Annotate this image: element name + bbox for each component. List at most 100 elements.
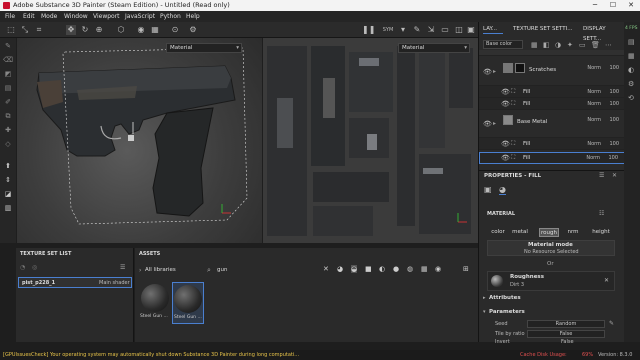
camera-icon[interactable]: ◉ — [136, 25, 146, 35]
maximize-button[interactable]: ☐ — [604, 0, 622, 11]
polygon-fill-icon[interactable]: ◇ — [3, 140, 13, 150]
menu-window[interactable]: Window — [64, 13, 88, 20]
layout-icon[interactable]: ▭ — [440, 25, 450, 35]
asset-tile-selected[interactable]: Steel Gun ... — [172, 282, 204, 324]
tile-by-ratio-field[interactable]: False — [527, 330, 605, 338]
roughness-remove-icon[interactable]: ✕ — [604, 277, 609, 284]
layer-channel-select[interactable]: Base color — [483, 40, 523, 49]
blend-mode[interactable]: Norm — [587, 89, 601, 95]
zoom-icon[interactable]: ⊕ — [94, 25, 104, 35]
tab-texture-set-settings[interactable]: TEXTURE SET SETTI... — [513, 24, 572, 34]
tsl-view-icon[interactable]: ◎ — [32, 264, 37, 271]
blend-mode[interactable]: Norm — [587, 141, 601, 147]
tsl-settings-icon[interactable]: ◔ — [20, 264, 25, 271]
screenshot-icon[interactable]: ▣ — [466, 25, 476, 35]
symmetry-button[interactable]: SYM — [380, 25, 396, 35]
selection-icon[interactable]: ⬚ — [6, 25, 16, 35]
filter-generators-icon[interactable]: ◉ — [435, 265, 441, 273]
close-button[interactable]: ✕ — [622, 0, 640, 11]
seed-field[interactable]: Random — [527, 320, 605, 328]
filter-alphas-icon[interactable]: ● — [393, 265, 399, 273]
menu-mode[interactable]: Mode — [41, 13, 57, 20]
fill-tab-icon[interactable]: ▣ — [484, 185, 492, 194]
opacity-value[interactable]: 100 — [609, 101, 619, 107]
geometry-fill-icon[interactable]: ▤ — [3, 84, 13, 94]
clone-icon[interactable]: ⧉ — [3, 112, 13, 122]
scale-icon[interactable]: ⇲ — [426, 25, 436, 35]
layer-row-partial[interactable] — [479, 50, 625, 56]
library-chevron-icon[interactable]: › — [139, 267, 141, 274]
cube-icon[interactable]: ⬡ — [116, 25, 126, 35]
target-icon[interactable]: ⊙ — [170, 25, 180, 35]
layer-row-fill[interactable]: 👁 ⛶ Fill Norm 100 — [479, 98, 625, 110]
visibility-eye-icon[interactable]: 👁 — [501, 140, 510, 148]
clear-search-icon[interactable]: ✕ — [323, 265, 329, 273]
properties-menu-icon[interactable]: ☰ — [599, 172, 604, 179]
opacity-value[interactable]: 100 — [609, 65, 619, 71]
visibility-eye-icon[interactable]: 👁 — [483, 68, 492, 76]
layer-more-icon[interactable]: ⋯ — [605, 41, 612, 49]
opacity-value[interactable]: 100 — [608, 155, 618, 161]
dock-shader-icon[interactable]: ⚙ — [628, 80, 634, 88]
seed-edit-icon[interactable]: ✎ — [609, 320, 614, 327]
transform-icon[interactable]: ⤡ — [20, 25, 30, 35]
blend-mode[interactable]: Norm — [587, 101, 601, 107]
grid-view-icon[interactable]: ⊞ — [463, 265, 469, 273]
filter-procedurals-icon[interactable]: ▦ — [421, 265, 428, 273]
channel-color-button[interactable]: color — [489, 228, 507, 237]
add-mask-icon[interactable]: ◑ — [555, 41, 561, 49]
asset-search-field[interactable]: gun — [217, 265, 317, 275]
paint-icon[interactable]: ✎ — [412, 25, 422, 35]
add-layer-icon[interactable]: ▦ — [531, 41, 538, 49]
tab-display-settings[interactable]: DISPLAY SETT... — [583, 24, 624, 42]
dock-display-icon[interactable]: ◐ — [628, 66, 634, 74]
annotation-icon[interactable]: ◪ — [3, 190, 13, 200]
asset-tile[interactable]: Steel Gun ... — [140, 282, 170, 324]
parameters-label[interactable]: Parameters — [489, 309, 525, 315]
filter-textures-icon[interactable]: ■ — [365, 265, 372, 273]
visibility-eye-icon[interactable]: 👁 — [483, 120, 492, 128]
material-tab-icon[interactable]: ◕ — [499, 185, 506, 195]
viewport-3d-channel-select[interactable]: Material ▾ — [166, 43, 242, 53]
parameters-chevron-icon[interactable]: ▾ — [483, 309, 486, 315]
camera-tool-icon[interactable]: ▥ — [3, 204, 13, 214]
menu-python[interactable]: Python — [160, 13, 181, 20]
visibility-eye-icon[interactable]: 👁 — [501, 100, 510, 108]
material-picker-icon[interactable]: ✚ — [3, 126, 13, 136]
channel-height-button[interactable]: height — [589, 228, 613, 237]
projection-icon[interactable]: ◩ — [3, 70, 13, 80]
visibility-eye-icon[interactable]: 👁 — [501, 154, 510, 162]
blend-mode[interactable]: Norm — [586, 155, 600, 161]
bake-icon[interactable]: ⬆ — [3, 162, 13, 172]
material-mode-box[interactable]: Material mode No Resource Selected — [487, 240, 615, 256]
viewport-2d-channel-select[interactable]: Material ▾ — [398, 43, 470, 53]
filter-brushes-icon[interactable]: ◐ — [379, 265, 385, 273]
menu-edit[interactable]: Edit — [23, 13, 35, 20]
texture-set-item[interactable]: pist_p228_1 Main shader — [18, 277, 132, 288]
delete-layer-icon[interactable]: 🗑 — [591, 41, 600, 49]
split-view-icon[interactable]: ◫ — [454, 25, 464, 35]
library-selector[interactable]: All libraries — [145, 267, 176, 273]
rotate-icon[interactable]: ↻ — [80, 25, 90, 35]
add-fill-icon[interactable]: ◧ — [543, 41, 550, 49]
attributes-chevron-icon[interactable]: ▸ — [483, 295, 486, 301]
opacity-value[interactable]: 100 — [609, 89, 619, 95]
dock-texture-set-icon[interactable]: ▦ — [628, 52, 635, 60]
filter-smart-materials-icon[interactable]: ◒ — [351, 265, 358, 273]
roughness-slot[interactable]: Roughness Dirt 3 ✕ — [487, 271, 615, 291]
grid-icon[interactable]: ▦ — [150, 25, 160, 35]
channel-rough-button[interactable]: rough — [539, 228, 559, 237]
blend-mode[interactable]: Norm — [587, 117, 601, 123]
blend-mode[interactable]: Norm — [587, 65, 601, 71]
opacity-value[interactable]: 100 — [609, 117, 619, 123]
measure-icon[interactable]: ⇕ — [3, 176, 13, 186]
invert-value[interactable]: False — [561, 339, 574, 345]
layer-row-fill[interactable]: 👁 ⛶ Fill Norm 100 — [479, 86, 625, 98]
brush-icon[interactable]: ✎ — [3, 42, 13, 52]
viewport-2d[interactable] — [263, 38, 478, 243]
layer-row-fill[interactable]: 👁 ⛶ Fill Norm 100 — [479, 138, 625, 150]
layer-row-base-metal[interactable]: 👁 ▸ Base Metal Norm 100 — [479, 112, 625, 138]
layer-row-scratches[interactable]: 👁 ▸ Scratches Norm 100 — [479, 60, 625, 86]
layer-row-fill-selected[interactable]: 👁 ⛶ Fill Norm 100 — [479, 152, 625, 164]
dock-layers-icon[interactable]: ▤ — [628, 38, 635, 46]
